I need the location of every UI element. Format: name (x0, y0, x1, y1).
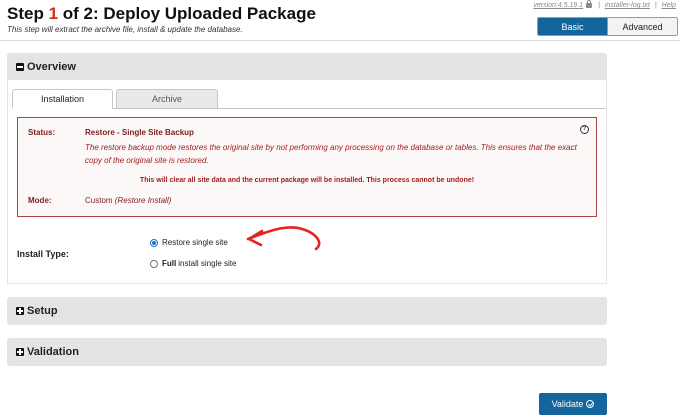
radio-full-install-single-site[interactable]: Full install single site (150, 259, 236, 268)
setup-title: Setup (27, 305, 58, 317)
meta-links: version:4.5.19.1 | installer-log.txt | H… (533, 0, 676, 9)
setup-header[interactable]: Setup (7, 297, 607, 325)
tab-archive[interactable]: Archive (116, 89, 218, 109)
installer-log-link[interactable]: installer-log.txt (605, 2, 650, 9)
status-label: Status: (28, 128, 56, 137)
radio-button[interactable] (150, 259, 158, 268)
radio-label-bold: Full (162, 259, 177, 268)
annotation-arrow-icon (246, 226, 321, 251)
meta-separator: | (654, 2, 657, 9)
status-title: Restore - Single Site Backup (85, 128, 194, 137)
mode-label: Mode: (28, 196, 52, 205)
title-suffix: of 2: Deploy Uploaded Package (58, 4, 316, 23)
help-icon[interactable]: ? (580, 125, 589, 134)
help-link[interactable]: Help (662, 2, 676, 9)
advanced-mode-button[interactable]: Advanced (607, 18, 677, 35)
status-warning: This will clear all site data and the cu… (139, 177, 475, 184)
meta-separator: | (598, 2, 600, 9)
mode-value: Custom (Restore Install) (85, 196, 171, 205)
mode-toggle: Basic Advanced (537, 17, 678, 36)
title-prefix: Step (7, 4, 49, 23)
validate-label: Validate (551, 399, 584, 409)
mode-note: (Restore Install) (114, 196, 172, 205)
validation-header[interactable]: Validation (7, 338, 607, 366)
overview-header[interactable]: Overview (7, 53, 607, 81)
radio-label: install single site (178, 259, 237, 268)
header-divider (0, 40, 680, 41)
overview-title: Overview (27, 61, 76, 73)
page-subtitle: This step will extract the archive file,… (7, 25, 243, 34)
status-description: The restore backup mode restores the ori… (85, 143, 577, 165)
version-link[interactable]: version:4.5.19.1 (533, 2, 583, 9)
lock-icon (586, 0, 593, 8)
tab-installation[interactable]: Installation (12, 89, 113, 109)
basic-mode-button[interactable]: Basic (538, 18, 607, 35)
validate-button[interactable]: Validate (539, 393, 607, 415)
expand-plus-icon (16, 307, 24, 315)
radio-restore-single-site[interactable]: Restore single site (150, 238, 228, 247)
status-box: Status: Restore - Single Site Backup The… (17, 117, 597, 217)
mode-value-text: Custom (85, 196, 113, 205)
radio-label: Restore single site (162, 238, 228, 247)
collapse-minus-icon (16, 63, 24, 71)
check-circle-icon (586, 400, 595, 408)
page-title: Step 1 of 2: Deploy Uploaded Package (7, 4, 316, 24)
install-type-label: Install Type: (17, 249, 69, 259)
validation-title: Validation (27, 346, 79, 358)
expand-plus-icon (16, 348, 24, 356)
radio-button-checked[interactable] (150, 238, 158, 247)
step-number: 1 (48, 4, 59, 23)
installer-page: Step 1 of 2: Deploy Uploaded Package Thi… (0, 0, 680, 417)
